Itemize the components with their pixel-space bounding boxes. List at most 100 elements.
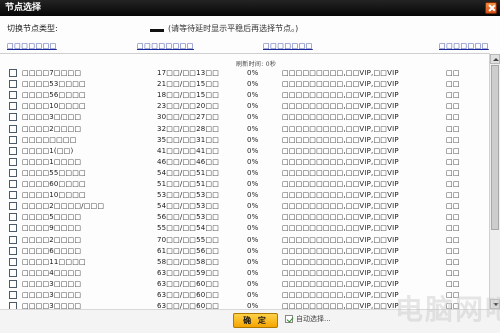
table-row[interactable]: □□□□56□□□□ 18□□/□□15□□ 0% □□□□□□□□□,□□VIP,□… <box>0 90 489 101</box>
table-row[interactable]: □□□□1□□□□ 46□□/□□46□□ 0% □□□□□□□□□,□□VIP,□□… <box>0 157 489 168</box>
table-row[interactable]: □□□□2□□□□ 32□□/□□28□□ 0% □□□□□□□□□,□□VIP,□□… <box>0 124 489 135</box>
table-row[interactable]: □□□□3□□□□ 63□□/□□60□□ 0% □□□□□□□□□,□□VIP,□□… <box>0 301 489 309</box>
table-row[interactable]: □□□□5□□□□ 56□□/□□53□□ 0% □□□□□□□□□,□□VIP,□□… <box>0 212 489 223</box>
node-select-window: 节点选择 切换节点类型: (请等待延时显示平稳后再选择节点。) □□□□□□□ … <box>0 0 500 333</box>
node-type-label: 切换节点类型: <box>7 24 58 33</box>
auto-select-label: 自动选择... <box>296 315 331 323</box>
row-checkbox[interactable] <box>9 91 17 100</box>
node-status: □□ <box>446 80 460 89</box>
row-checkbox[interactable] <box>9 235 17 244</box>
node-load: 0% <box>247 180 259 188</box>
node-name: □□□□4□□□□ <box>22 268 82 277</box>
node-type: □□□□□□□□□,□□VIP,□□VIP <box>282 268 399 277</box>
column-link-users[interactable]: □□□□□□□□ <box>137 42 194 50</box>
scroll-down-icon[interactable] <box>490 299 500 309</box>
column-link-name[interactable]: □□□□□□□ <box>7 42 57 50</box>
node-load: 0% <box>247 146 259 155</box>
latency-hint: (请等待延时显示平稳后再选择节点。) <box>168 24 299 33</box>
node-users: 35□□/□□31□□ <box>157 135 220 144</box>
node-name: □□□□□□□□ <box>22 135 77 144</box>
row-checkbox[interactable] <box>9 168 17 177</box>
node-type: □□□□□□□□□,□□VIP,□□VIP <box>282 69 399 77</box>
row-checkbox[interactable] <box>9 291 17 299</box>
node-name: □□□□10□□□□ <box>22 102 86 111</box>
refresh-info: 刷新时间: 0秒 <box>236 61 277 68</box>
table-row[interactable]: □□□□7□□□□ 17□□/□□13□□ 0% □□□□□□□□□,□□VIP,□□… <box>0 68 489 79</box>
auto-select-option[interactable]: 自动选择... <box>285 314 331 324</box>
vertical-scrollbar[interactable] <box>489 54 500 309</box>
row-checkbox[interactable] <box>9 80 17 89</box>
row-checkbox[interactable] <box>9 124 17 133</box>
row-checkbox[interactable] <box>9 224 17 233</box>
row-checkbox[interactable] <box>9 213 17 222</box>
node-users: 58□□/□□58□□ <box>157 257 220 266</box>
table-row[interactable]: □□□□2□□□□ 70□□/□□55□□ 0% □□□□□□□□□,□□VIP,□□… <box>0 235 489 246</box>
node-name: □□□□3□□□□ <box>22 113 82 122</box>
node-status: □□ <box>446 146 460 155</box>
node-status: □□ <box>446 180 460 188</box>
node-users: 56□□/□□53□□ <box>157 213 220 222</box>
table-row[interactable]: □□□□□□□□ 35□□/□□31□□ 0% □□□□□□□□□,□□VIP,□□V… <box>0 135 489 146</box>
table-row[interactable]: □□□□60□□□□ 51□□/□□51□□ 0% □□□□□□□□□,□□VIP,□… <box>0 179 489 190</box>
row-checkbox[interactable] <box>9 268 17 277</box>
node-status: □□ <box>446 113 460 122</box>
row-checkbox[interactable] <box>9 191 17 200</box>
node-load: 0% <box>247 224 259 233</box>
row-checkbox[interactable] <box>9 180 17 188</box>
node-users: 41□□/□□41□□ <box>157 146 220 155</box>
node-type: □□□□□□□□□,□□VIP,□□VIP <box>282 224 399 233</box>
row-checkbox[interactable] <box>9 246 17 255</box>
node-status: □□ <box>446 191 460 200</box>
node-type-selector[interactable] <box>150 29 164 32</box>
row-checkbox[interactable] <box>9 113 17 122</box>
scroll-up-icon[interactable] <box>490 54 500 64</box>
table-row[interactable]: □□□□4□□□□ 63□□/□□59□□ 0% □□□□□□□□□,□□VIP,□□… <box>0 268 489 279</box>
table-row[interactable]: □□□□9□□□□ 55□□/□□54□□ 0% □□□□□□□□□,□□VIP,□□… <box>0 223 489 234</box>
row-checkbox[interactable] <box>9 146 17 155</box>
node-name: □□□□1(□□) <box>22 146 74 155</box>
close-icon[interactable] <box>485 2 497 14</box>
column-link-type[interactable]: □□□□□□□ <box>263 42 313 50</box>
node-type: □□□□□□□□□,□□VIP,□□VIP <box>282 279 399 288</box>
title-bar: 节点选择 <box>0 0 500 16</box>
table-row[interactable]: □□□□55□□□□ 54□□/□□51□□ 0% □□□□□□□□□,□□VIP,□… <box>0 168 489 179</box>
table-row[interactable]: □□□□1(□□) 41□□/□□41□□ 0% □□□□□□□□□,□□VIP,□□… <box>0 146 489 157</box>
row-checkbox[interactable] <box>9 135 17 144</box>
row-checkbox[interactable] <box>9 69 17 77</box>
table-row[interactable]: □□□□6□□□□ 61□□/□□56□□ 0% □□□□□□□□□,□□VIP,□□… <box>0 246 489 257</box>
table-row[interactable]: □□□□3□□□□ 63□□/□□60□□ 0% □□□□□□□□□,□□VIP,□□… <box>0 290 489 301</box>
row-checkbox[interactable] <box>9 102 17 111</box>
row-checkbox[interactable] <box>9 257 17 266</box>
table-row[interactable]: □□□□10□□□□ 53□□/□□53□□ 0% □□□□□□□□□,□□VIP,□… <box>0 190 489 201</box>
ok-button[interactable]: 确 定 <box>233 313 278 328</box>
node-name: □□□□11□□□□ <box>22 257 86 266</box>
table-row[interactable]: □□□□3□□□□ 63□□/□□60□□ 0% □□□□□□□□□,□□VIP,□□… <box>0 279 489 290</box>
table-row[interactable]: □□□□3□□□□ 30□□/□□27□□ 0% □□□□□□□□□,□□VIP,□□… <box>0 112 489 123</box>
node-name: □□□□60□□□□ <box>22 180 86 188</box>
node-load: 0% <box>247 213 259 222</box>
table-row[interactable]: □□□□53□□□□ 21□□/□□15□□ 0% □□□□□□□□□,□□VIP,□… <box>0 79 489 90</box>
scroll-thumb[interactable] <box>491 65 499 230</box>
node-list: 刷新时间: 0秒 □□□□7□□□□ 17□□/□□13□□ 0% □□□□□□□□□… <box>0 57 489 309</box>
node-load: 0% <box>247 291 259 299</box>
row-checkbox[interactable] <box>9 157 17 166</box>
table-row[interactable]: □□□□11□□□□ 58□□/□□58□□ 0% □□□□□□□□□,□□VIP,□… <box>0 257 489 268</box>
table-row[interactable]: □□□□10□□□□ 23□□/□□20□□ 0% □□□□□□□□□,□□VIP,□… <box>0 101 489 112</box>
row-checkbox[interactable] <box>9 279 17 288</box>
node-type: □□□□□□□□□,□□VIP,□□VIP <box>282 113 399 122</box>
node-status: □□ <box>446 157 460 166</box>
node-name: □□□□53□□□□ <box>22 80 86 89</box>
table-row[interactable]: □□□□2□□□□/□□□ 54□□/□□53□□ 0% □□□□□□□□□,□□VI… <box>0 201 489 212</box>
node-users: 54□□/□□51□□ <box>157 168 220 177</box>
row-checkbox[interactable] <box>9 202 17 211</box>
node-load: 0% <box>247 102 259 111</box>
node-load: 0% <box>247 191 259 200</box>
auto-select-checkbox[interactable] <box>285 315 293 323</box>
node-users: 32□□/□□28□□ <box>157 124 220 133</box>
column-link-status[interactable]: □□□□□□□ <box>439 42 489 50</box>
node-load: 0% <box>247 91 259 100</box>
node-type: □□□□□□□□□,□□VIP,□□VIP <box>282 257 399 266</box>
node-status: □□ <box>446 302 460 309</box>
node-users: 46□□/□□46□□ <box>157 157 220 166</box>
row-checkbox[interactable] <box>9 302 17 309</box>
